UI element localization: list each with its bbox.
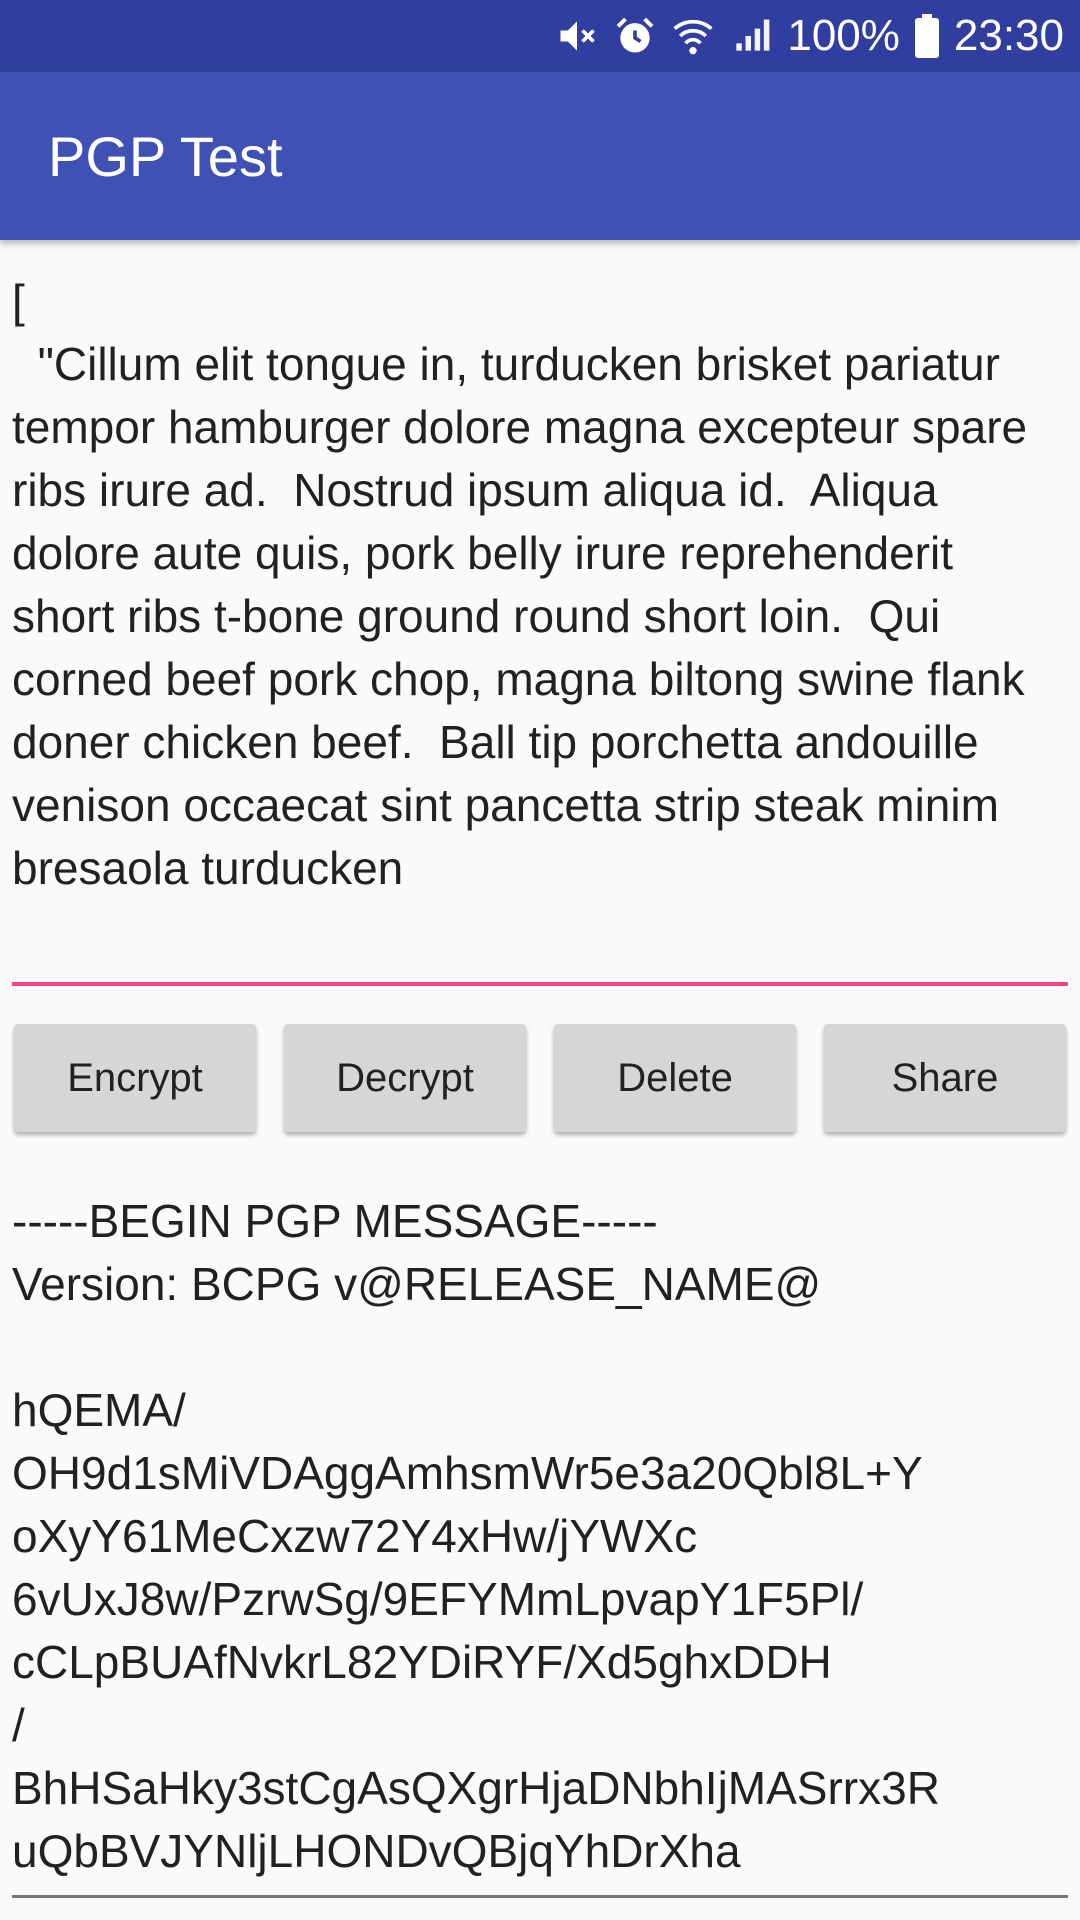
signal-icon bbox=[729, 14, 773, 58]
action-button-row: Encrypt Decrypt Delete Share bbox=[14, 1024, 1066, 1134]
app-title: PGP Test bbox=[48, 124, 283, 188]
wifi-icon bbox=[671, 14, 715, 58]
decrypt-button[interactable]: Decrypt bbox=[284, 1024, 526, 1132]
plaintext-input[interactable]: [ "Cillum elit tongue in, turducken bris… bbox=[12, 270, 1068, 986]
plaintext-input-text: [ "Cillum elit tongue in, turducken bris… bbox=[12, 275, 1028, 894]
ciphertext-output[interactable]: -----BEGIN PGP MESSAGE----- Version: BCP… bbox=[12, 1190, 1068, 1898]
battery-percent: 100% bbox=[787, 11, 900, 60]
clock-time: 23:30 bbox=[953, 11, 1064, 60]
status-bar: 100% 23:30 bbox=[0, 0, 1080, 72]
alarm-icon bbox=[613, 14, 657, 58]
delete-button[interactable]: Delete bbox=[554, 1024, 796, 1132]
encrypt-button[interactable]: Encrypt bbox=[14, 1024, 256, 1132]
share-button[interactable]: Share bbox=[824, 1024, 1066, 1132]
app-bar: PGP Test bbox=[0, 72, 1080, 240]
ciphertext-output-text: -----BEGIN PGP MESSAGE----- Version: BCP… bbox=[12, 1195, 940, 1877]
mute-vibrate-icon bbox=[555, 14, 599, 58]
battery-icon bbox=[914, 14, 940, 58]
